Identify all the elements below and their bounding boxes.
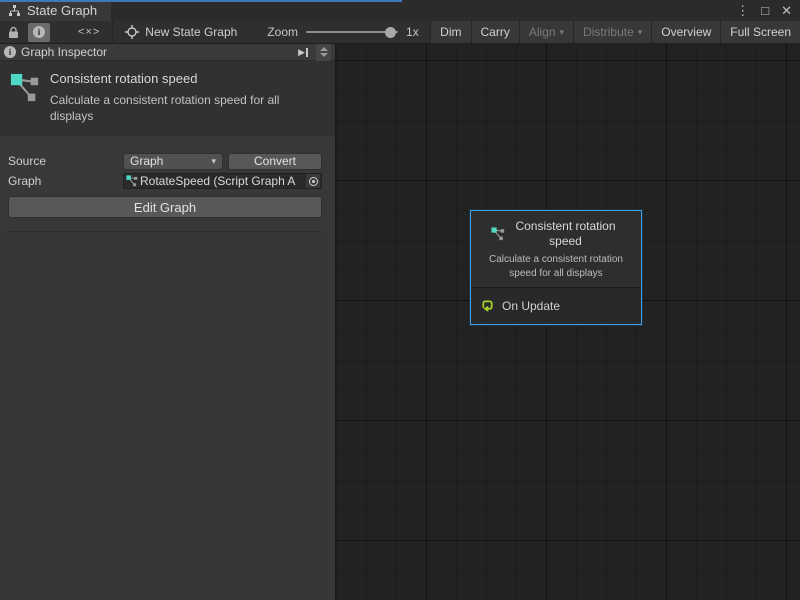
object-picker-icon xyxy=(309,177,318,186)
overview-button[interactable]: Overview xyxy=(651,21,720,43)
toolbar-right-group: Dim Carry Align ▾ Distribute ▾ Overview … xyxy=(430,21,800,43)
on-update-label: On Update xyxy=(502,299,560,313)
panel-scrubber[interactable] xyxy=(316,44,331,61)
overview-label: Overview xyxy=(661,25,711,39)
window-menu-icon[interactable]: ⋮ xyxy=(736,4,749,17)
graph-canvas[interactable]: Consistent rotation speed Calculate a co… xyxy=(336,44,800,600)
lock-icon xyxy=(8,26,19,39)
source-dropdown[interactable]: Graph ▾ xyxy=(123,153,223,170)
edit-graph-button[interactable]: Edit Graph xyxy=(8,196,322,218)
tab-label: State Graph xyxy=(27,3,97,18)
convert-label: Convert xyxy=(254,154,296,168)
source-value: Graph xyxy=(130,154,163,168)
tab-state-graph[interactable]: State Graph xyxy=(0,0,111,21)
toolbar-separator xyxy=(112,21,113,44)
zoom-value: 1x xyxy=(406,25,419,39)
state-graph-icon xyxy=(8,5,21,17)
object-picker-button[interactable] xyxy=(306,174,320,188)
window-controls: ⋮ □ ✕ xyxy=(736,0,800,21)
crosshair-icon xyxy=(125,25,139,39)
dim-button[interactable]: Dim xyxy=(430,21,470,43)
unity-state-graph-window: State Graph ⋮ □ ✕ i <×> xyxy=(0,0,800,600)
code-icon: <×> xyxy=(78,26,100,38)
window-body: i Graph Inspector ▶ xyxy=(0,44,800,600)
graph-inspector-header: i Graph Inspector ▶ xyxy=(0,44,335,61)
lock-button[interactable] xyxy=(2,23,24,42)
chevron-down-icon: ▾ xyxy=(560,27,565,38)
script-graph-icon xyxy=(126,175,138,187)
zoom-slider-handle[interactable] xyxy=(385,27,396,38)
on-update-loop-icon xyxy=(480,299,495,313)
chevron-down-icon: ▾ xyxy=(638,27,643,38)
graph-inspector-title: Graph Inspector xyxy=(21,45,107,59)
graph-object-field[interactable]: RotateSpeed (Script Graph A xyxy=(123,173,322,189)
maximize-icon[interactable]: □ xyxy=(761,4,769,17)
inspector-empty-area xyxy=(0,232,335,600)
carry-button[interactable]: Carry xyxy=(471,21,519,43)
source-row: Source Graph ▾ Convert xyxy=(8,152,322,170)
dock-toggle-icon[interactable]: ▶ xyxy=(295,47,311,58)
edit-graph-label: Edit Graph xyxy=(134,200,196,215)
close-icon[interactable]: ✕ xyxy=(781,4,792,17)
distribute-label: Distribute xyxy=(583,25,634,39)
graph-description: Calculate a consistent rotation speed fo… xyxy=(50,92,290,124)
toolbar-left-group: i <×> New State Graph Zoom xyxy=(0,21,419,43)
dim-label: Dim xyxy=(440,25,461,39)
align-button[interactable]: Align ▾ xyxy=(519,21,573,43)
zoom-label: Zoom xyxy=(267,25,298,39)
code-view-button[interactable]: <×> xyxy=(74,23,104,42)
source-label: Source xyxy=(8,154,123,168)
zoom-slider[interactable] xyxy=(306,21,398,44)
graph-summary-block: Consistent rotation speed Calculate a co… xyxy=(0,61,335,136)
state-node-title-row: Consistent rotation speed xyxy=(478,219,634,249)
graph-title: Consistent rotation speed xyxy=(50,71,290,86)
new-state-graph-label: New State Graph xyxy=(145,25,237,39)
title-bar: State Graph ⋮ □ ✕ xyxy=(0,0,800,21)
state-node[interactable]: Consistent rotation speed Calculate a co… xyxy=(470,210,642,325)
info-icon: i xyxy=(4,46,16,58)
graph-inspector-panel: i Graph Inspector ▶ xyxy=(0,44,336,600)
full-screen-button[interactable]: Full Screen xyxy=(720,21,800,43)
arrow-up-icon xyxy=(320,47,328,51)
arrow-down-icon xyxy=(320,53,328,57)
chevron-down-icon: ▾ xyxy=(211,156,216,167)
graph-field-label: Graph xyxy=(8,174,123,188)
focused-tab-highlight xyxy=(0,0,402,2)
align-label: Align xyxy=(529,25,556,39)
zoom-control: Zoom 1x xyxy=(267,21,418,44)
full-screen-label: Full Screen xyxy=(730,25,791,39)
convert-button[interactable]: Convert xyxy=(228,153,322,170)
graph-toolbar: i <×> New State Graph Zoom xyxy=(0,21,800,44)
state-node-description: Calculate a consistent rotation speed fo… xyxy=(478,253,634,280)
carry-label: Carry xyxy=(481,25,510,39)
inspector-toggle-button[interactable]: i xyxy=(28,23,50,42)
graph-row: Graph RotateSpeed (Script Graph A xyxy=(8,172,322,190)
state-node-event-row[interactable]: On Update xyxy=(471,287,641,324)
graph-field-value: RotateSpeed (Script Graph A xyxy=(140,174,306,188)
inspector-form: Source Graph ▾ Convert Graph xyxy=(0,136,335,232)
state-node-title: Consistent rotation speed xyxy=(510,219,622,249)
new-state-graph-button[interactable]: New State Graph xyxy=(119,25,243,39)
state-node-header: Consistent rotation speed Calculate a co… xyxy=(471,211,641,287)
script-graph-icon xyxy=(10,71,40,124)
distribute-button[interactable]: Distribute ▾ xyxy=(573,21,651,43)
info-icon: i xyxy=(33,26,45,38)
script-graph-icon xyxy=(491,227,505,241)
graph-summary-text: Consistent rotation speed Calculate a co… xyxy=(50,71,290,124)
